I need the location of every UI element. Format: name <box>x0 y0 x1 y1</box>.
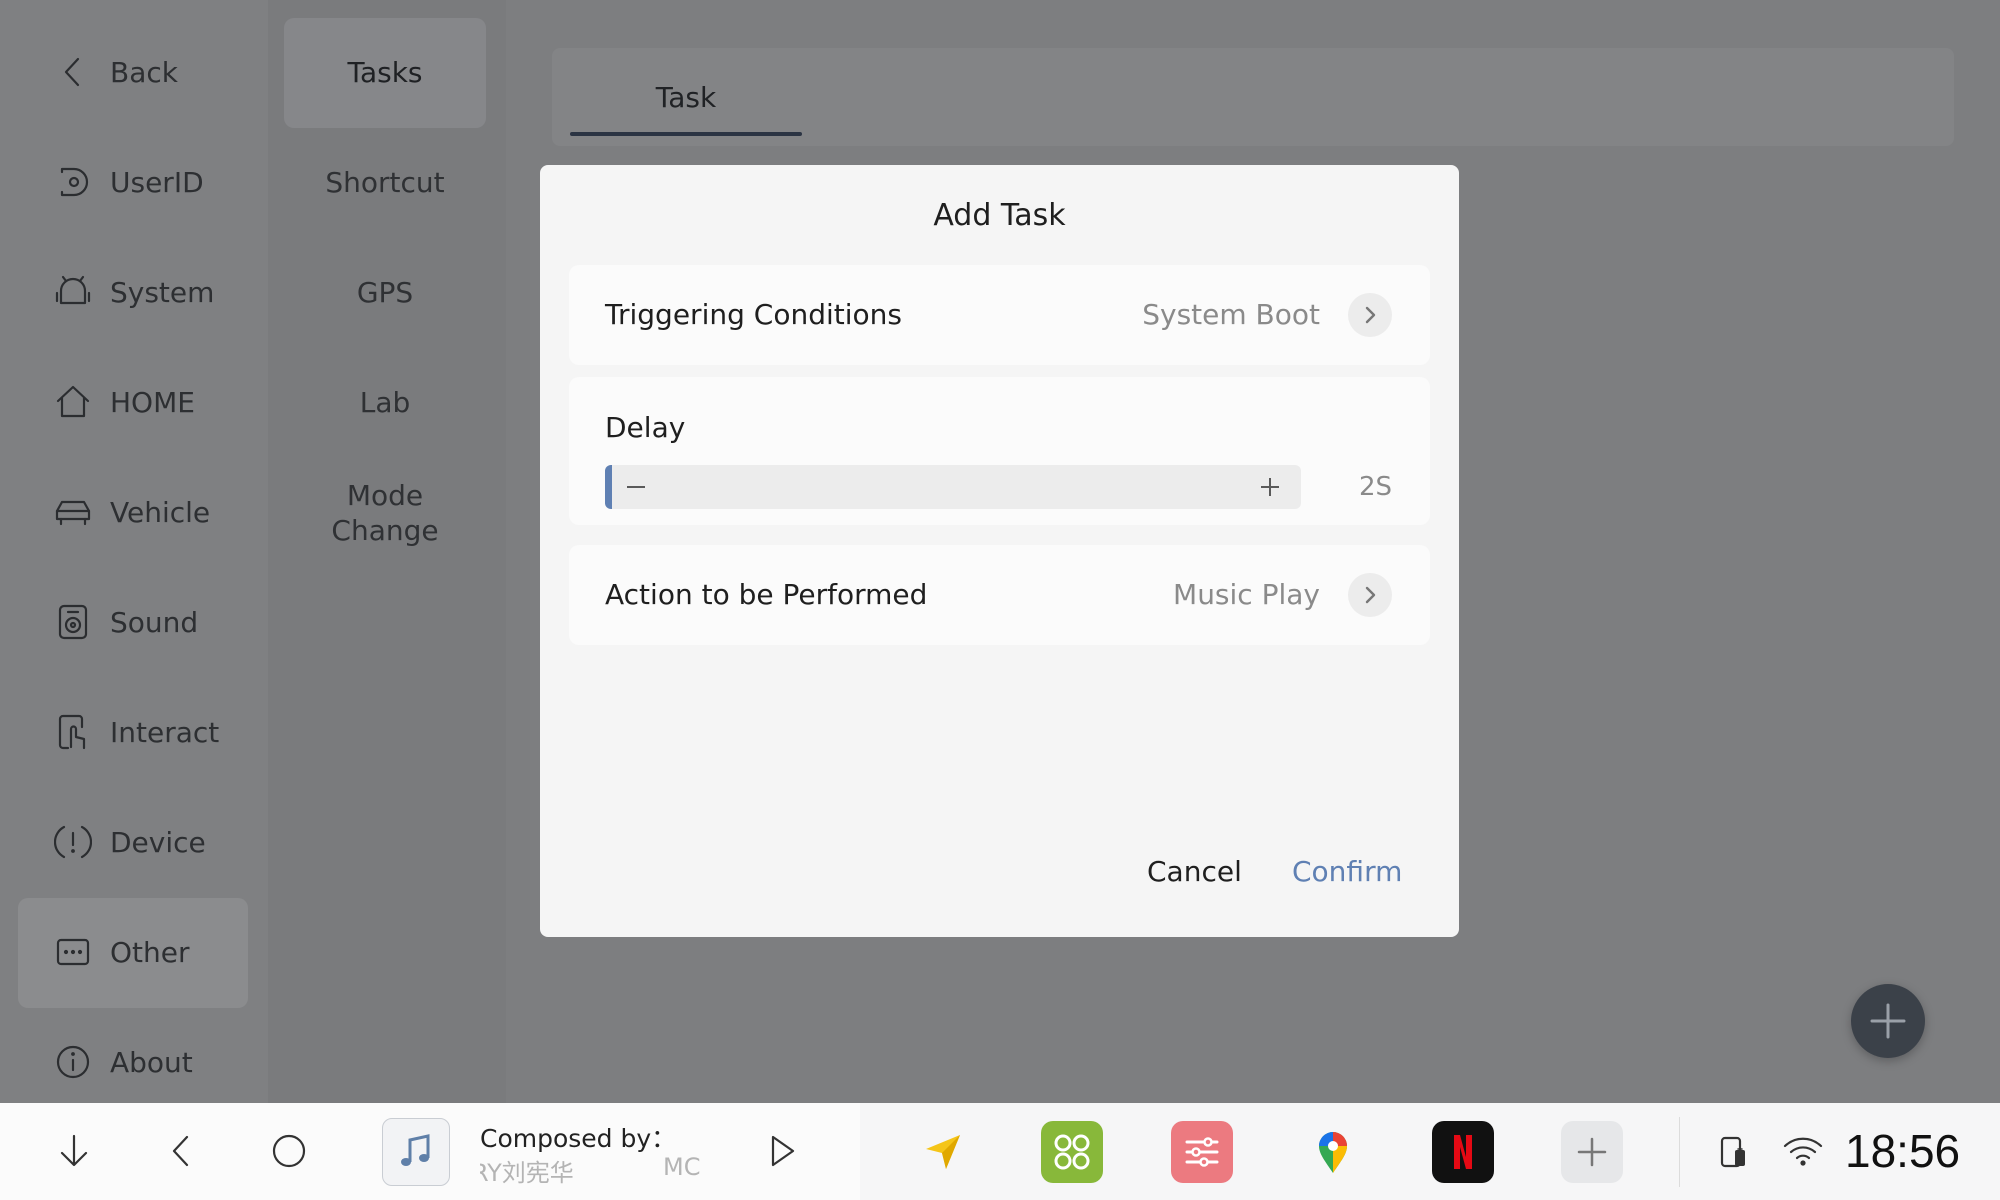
sidebar-item-home[interactable]: HOME <box>18 348 248 458</box>
arrow-down-icon <box>60 1134 88 1167</box>
add-task-button[interactable] <box>1851 984 1925 1058</box>
nav-back-button[interactable] <box>154 1123 210 1179</box>
other-subnav: Tasks Shortcut GPS Lab Mode Change <box>268 0 506 1103</box>
trigger-label: Triggering Conditions <box>605 298 902 331</box>
apps-grid-icon <box>1054 1134 1090 1170</box>
equalizer-app[interactable] <box>1171 1121 1233 1183</box>
chevron-left-icon <box>54 53 92 91</box>
subnav-item-shortcut[interactable]: Shortcut <box>284 128 486 238</box>
android-icon <box>54 273 92 311</box>
action-value: Music Play <box>1173 578 1320 611</box>
chevron-right-icon <box>1348 293 1392 337</box>
info-icon <box>54 1043 92 1081</box>
task-tab-bar: Task <box>552 48 1954 146</box>
circle-home-icon <box>272 1134 306 1168</box>
lyric-artist: RY刘宪华 <box>480 1159 574 1187</box>
delay-slider-fill <box>605 465 612 509</box>
settings-sidebar: Back UserID System HOME Vehicle Sound In… <box>0 0 268 1103</box>
plus-icon <box>1870 1003 1906 1039</box>
tab-underline <box>570 132 802 136</box>
triggering-conditions-row[interactable]: Triggering Conditions System Boot <box>569 265 1430 365</box>
sidebar-item-label: Vehicle <box>110 496 211 529</box>
lyric-extra: MC <box>663 1153 700 1181</box>
tab-task[interactable]: Task <box>570 48 802 140</box>
subnav-item-gps[interactable]: GPS <box>284 238 486 348</box>
navigation-icon <box>926 1135 960 1169</box>
sidebar-item-label: Sound <box>110 606 199 639</box>
sidebar-item-vehicle[interactable]: Vehicle <box>18 458 248 568</box>
sidebar-item-label: System <box>110 276 215 309</box>
alert-icon <box>53 823 93 861</box>
music-note-icon <box>401 1134 430 1166</box>
cancel-button[interactable]: Cancel <box>1147 855 1242 888</box>
wifi-icon <box>1783 1137 1823 1166</box>
phone-battery-status[interactable] <box>1706 1123 1762 1179</box>
maps-icon <box>1319 1132 1347 1173</box>
sidebar-item-label: UserID <box>110 166 204 199</box>
delay-slider[interactable] <box>605 465 1301 509</box>
sidebar-item-label: Back <box>110 56 178 89</box>
now-playing-subtitle: RY刘宪华 MC <box>480 1153 700 1188</box>
plus-icon <box>1577 1137 1607 1167</box>
confirm-button[interactable]: Confirm <box>1292 855 1402 888</box>
apps-grid-app[interactable] <box>1041 1121 1103 1183</box>
sidebar-item-label: Device <box>110 826 206 859</box>
sidebar-item-label: About <box>110 1046 193 1079</box>
sidebar-item-label: Other <box>110 936 190 969</box>
delay-value: 2S <box>1358 472 1392 502</box>
chevron-right-icon <box>1348 573 1392 617</box>
maps-app[interactable] <box>1302 1121 1364 1183</box>
netflix-app[interactable] <box>1432 1121 1494 1183</box>
nav-home-button[interactable] <box>261 1123 317 1179</box>
sidebar-item-label: Interact <box>110 716 220 749</box>
status-divider <box>1679 1117 1680 1187</box>
car-icon <box>54 493 92 531</box>
chevron-left-icon <box>172 1135 189 1167</box>
wifi-status[interactable] <box>1775 1123 1831 1179</box>
music-album-art[interactable] <box>382 1118 450 1186</box>
equalizer-icon <box>1185 1137 1219 1167</box>
play-icon <box>771 1135 795 1167</box>
more-icon <box>54 933 92 971</box>
touch-icon <box>54 713 92 751</box>
dialog-title: Add Task <box>933 198 1066 233</box>
delay-row: Delay 2S <box>569 377 1430 525</box>
sidebar-item-system[interactable]: System <box>18 238 248 348</box>
play-button[interactable] <box>754 1123 810 1179</box>
sidebar-item-about[interactable]: About <box>18 1008 248 1118</box>
bottom-dock: Composed by： RY刘宪华 MC 18:56 <box>0 1103 2000 1200</box>
phone-battery-icon <box>1720 1136 1745 1168</box>
action-label: Action to be Performed <box>605 578 928 611</box>
sidebar-item-userid[interactable]: UserID <box>18 128 248 238</box>
subnav-item-lab[interactable]: Lab <box>284 348 486 458</box>
delay-label: Delay <box>605 411 686 444</box>
subnav-item-tasks[interactable]: Tasks <box>284 18 486 128</box>
sidebar-item-sound[interactable]: Sound <box>18 568 248 678</box>
sidebar-item-interact[interactable]: Interact <box>18 678 248 788</box>
home-icon <box>54 383 92 421</box>
sidebar-item-other[interactable]: Other <box>18 898 248 1008</box>
sidebar-item-label: HOME <box>110 386 195 419</box>
subnav-item-mode-change[interactable]: Mode Change <box>284 458 486 568</box>
sidebar-item-back[interactable]: Back <box>18 18 248 128</box>
add-task-dialog: Add Task Triggering Conditions System Bo… <box>540 165 1459 937</box>
navigation-app[interactable] <box>912 1121 974 1183</box>
now-playing-title: Composed by： <box>480 1124 677 1153</box>
plus-icon[interactable] <box>1255 465 1285 509</box>
minus-icon[interactable] <box>621 465 651 509</box>
action-row[interactable]: Action to be Performed Music Play <box>569 545 1430 645</box>
netflix-icon <box>1454 1135 1472 1169</box>
status-clock: 18:56 <box>1845 1125 1961 1177</box>
sidebar-item-device[interactable]: Device <box>18 788 248 898</box>
speaker-icon <box>54 603 92 641</box>
add-app-button[interactable] <box>1561 1121 1623 1183</box>
collapse-button[interactable] <box>46 1123 102 1179</box>
user-id-icon <box>54 163 92 201</box>
trigger-value: System Boot <box>1142 298 1320 331</box>
